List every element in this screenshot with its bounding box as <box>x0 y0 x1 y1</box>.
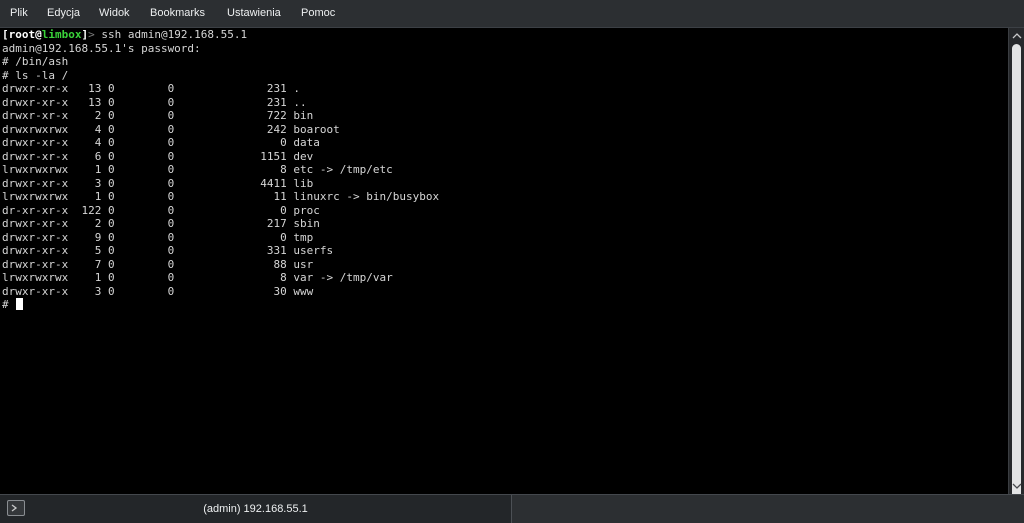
menu-widok[interactable]: Widok <box>99 0 130 27</box>
menu-pomoc[interactable]: Pomoc <box>301 0 335 27</box>
terminal-line: # ls -la / <box>2 68 69 82</box>
terminal-active-line[interactable]: # <box>0 298 1008 312</box>
terminal-line: lrwxrwxrwx 1 0 0 11 linuxrc -> bin/busyb… <box>2 190 440 203</box>
terminal-line: drwxr-xr-x 5 0 0 331 userfs <box>2 244 334 257</box>
menu-edycja[interactable]: Edycja <box>47 0 80 27</box>
terminal-line: drwxr-xr-x 13 0 0 231 .. <box>2 95 307 109</box>
terminal-line: drwxr-xr-x 6 0 0 1151 dev <box>2 149 314 163</box>
tab-bar: (admin) 192.168.55.1 <box>0 494 1024 523</box>
terminal-line: lrwxrwxrwx 1 0 0 8 etc -> /tmp/etc <box>2 163 393 176</box>
tab-label: (admin) 192.168.55.1 <box>203 503 308 515</box>
prompt-at: @ <box>35 28 42 41</box>
menu-ustawienia[interactable]: Ustawienia <box>227 0 281 27</box>
terminal-line: drwxr-xr-x 13 0 0 231 . <box>2 82 301 95</box>
terminal-output[interactable]: [root@limbox]> ssh admin@192.168.55.1 ad… <box>0 28 1008 494</box>
prompt-host: limbox <box>41 28 82 41</box>
terminal-line: admin@192.168.55.1's password: <box>2 41 201 55</box>
scroll-up-arrow-icon[interactable] <box>1012 31 1022 41</box>
last-prompt: # <box>2 298 16 311</box>
terminal-line: drwxr-xr-x 3 0 0 4411 lib <box>2 176 314 190</box>
scrollbar-thumb[interactable] <box>1012 44 1021 516</box>
terminal-line: drwxr-xr-x 2 0 0 722 bin <box>2 109 314 122</box>
terminal-line: drwxrwxrwx 4 0 0 242 boaroot <box>2 122 340 136</box>
terminal-line: lrwxrwxrwx 1 0 0 8 var -> /tmp/var <box>2 271 393 284</box>
terminal-line: drwxr-xr-x 9 0 0 0 tmp <box>2 230 314 244</box>
terminal-icon <box>7 500 25 516</box>
terminal-scrollbar[interactable] <box>1008 28 1024 516</box>
tab-session[interactable]: (admin) 192.168.55.1 <box>0 495 512 523</box>
menu-plik[interactable]: Plik <box>10 0 28 27</box>
terminal-line: dr-xr-xr-x 122 0 0 0 proc <box>2 203 320 217</box>
prompt-command: ssh admin@192.168.55.1 <box>101 28 248 41</box>
terminal-line: drwxr-xr-x 4 0 0 0 data <box>2 136 320 149</box>
scroll-down-arrow-icon[interactable] <box>1012 481 1022 491</box>
menu-bar: Plik Edycja Widok Bookmarks Ustawienia P… <box>0 0 1024 28</box>
terminal-lines: admin@192.168.55.1's password: # /bin/ash… <box>0 42 1008 299</box>
terminal-prompt-line: [root@limbox]> ssh admin@192.168.55.1 <box>0 28 1008 42</box>
prompt-open-bracket: [ <box>2 28 9 41</box>
terminal-line: # /bin/ash <box>2 55 69 68</box>
prompt-symbol: > <box>88 28 102 41</box>
terminal-line: drwxr-xr-x 7 0 0 88 usr <box>2 257 314 271</box>
text-cursor <box>16 298 24 310</box>
menu-bookmarks[interactable]: Bookmarks <box>150 0 205 27</box>
terminal-line: drwxr-xr-x 2 0 0 217 sbin <box>2 217 320 230</box>
prompt-user: root <box>8 28 36 41</box>
terminal-line: drwxr-xr-x 3 0 0 30 www <box>2 284 314 298</box>
